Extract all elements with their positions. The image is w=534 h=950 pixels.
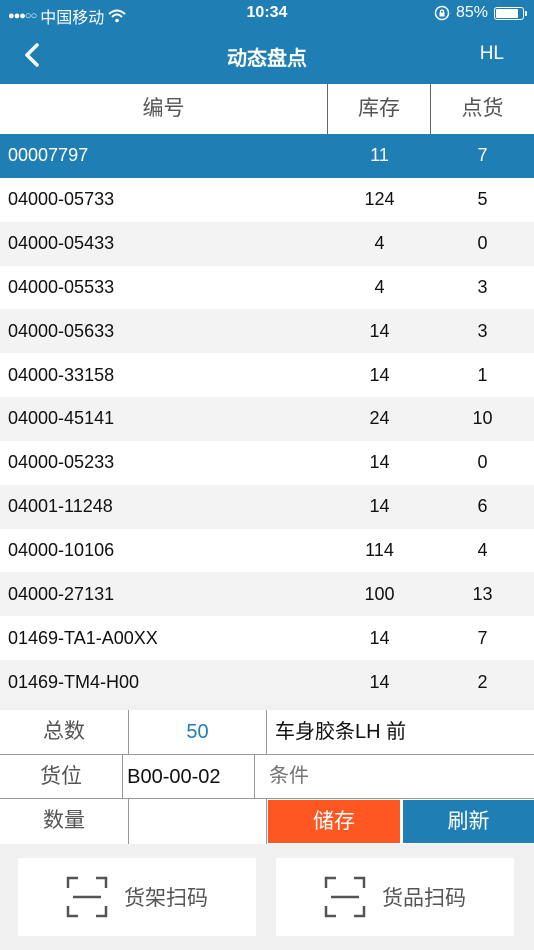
cell-stock: 124 — [364, 189, 395, 210]
table-row[interactable]: 04000-33158 14 1 — [0, 353, 534, 398]
status-right: 85% — [434, 4, 527, 22]
table-row[interactable]: 04000-05733 124 5 — [0, 177, 534, 222]
cell-stock: 14 — [369, 364, 390, 385]
cell-counted: 6 — [477, 496, 488, 517]
scan-icon — [66, 876, 108, 918]
table-row[interactable]: 04000-45141 24 10 — [0, 397, 534, 441]
table-row[interactable]: 00007797 11 7 — [0, 134, 534, 178]
shelf-scan-button[interactable]: 货架扫码 — [18, 858, 256, 936]
cell-code: 04000-33158 — [8, 364, 115, 385]
nav-bar: 动态盘点 HL — [0, 28, 534, 84]
cell-code: 04000-05733 — [8, 189, 115, 210]
form-row-quantity: 数量 储存 刷新 — [0, 799, 534, 844]
location-label: 货位 — [0, 754, 124, 799]
battery-fill — [496, 8, 518, 18]
goods-scan-button[interactable]: 货品扫码 — [276, 858, 514, 936]
table-row[interactable]: 01469-TA1-A00XX 14 7 — [0, 616, 534, 661]
cell-code: 04000-05233 — [8, 452, 115, 473]
cell-counted: 2 — [477, 671, 488, 692]
status-bar: ●●●○○ 中国移动 10:34 85% — [0, 0, 534, 28]
cell-stock: 114 — [365, 540, 394, 561]
column-header-stock: 库存 — [328, 84, 431, 134]
inventory-list: 00007797 11 7 04000-05733 124 5 04000-05… — [0, 134, 534, 704]
form-row-total: 总数 50 车身胶条LH 前 — [0, 710, 534, 755]
table-row[interactable]: 04000-10106 114 4 — [0, 528, 534, 573]
cell-counted: 0 — [477, 452, 488, 473]
refresh-button[interactable]: 刷新 — [403, 800, 534, 844]
cell-code: 04001-11248 — [8, 496, 113, 517]
table-row[interactable]: 04000-05533 4 3 — [0, 265, 534, 310]
save-button[interactable]: 储存 — [268, 800, 400, 844]
cell-counted: 0 — [477, 233, 488, 254]
page-title: 动态盘点 — [227, 48, 307, 70]
table-row[interactable]: 04001-11248 14 6 — [0, 484, 534, 529]
cell-code: 04000-05533 — [8, 276, 115, 297]
column-header-code: 编号 — [0, 84, 328, 134]
cell-stock: 4 — [374, 276, 385, 297]
cell-counted: 13 — [472, 583, 493, 604]
cell-stock: 14 — [369, 671, 390, 692]
quantity-input[interactable] — [129, 799, 267, 844]
cell-stock: 14 — [369, 627, 390, 648]
cell-counted: 4 — [477, 540, 488, 561]
cell-stock: 14 — [369, 496, 390, 517]
table-row[interactable]: 04000-27131 100 13 — [0, 572, 534, 617]
location-value[interactable]: B00-00-02 — [123, 754, 255, 799]
item-form: 总数 50 车身胶条LH 前 货位 B00-00-02 数量 储存 刷新 — [0, 710, 534, 844]
goods-scan-label: 货品扫码 — [382, 887, 466, 910]
cell-stock: 100 — [364, 583, 395, 604]
shelf-scan-label: 货架扫码 — [124, 887, 208, 910]
cell-code: 04000-05433 — [8, 233, 115, 254]
cell-code: 00007797 — [8, 145, 89, 166]
cell-counted: 5 — [477, 189, 488, 210]
cell-stock: 11 — [370, 145, 389, 166]
cell-counted: 7 — [477, 627, 488, 648]
scan-icon — [324, 876, 366, 918]
condition-input[interactable] — [255, 754, 534, 799]
cell-code: 04000-05633 — [8, 320, 115, 341]
battery-icon — [494, 6, 527, 20]
cell-counted: 7 — [477, 145, 488, 166]
quantity-label: 数量 — [0, 799, 129, 844]
column-header-counted: 点货 — [461, 97, 504, 120]
cell-code: 01469-TA1-A00XX — [8, 627, 158, 648]
table-row[interactable]: 01469-TM4-H00 14 2 — [0, 660, 534, 704]
form-row-location: 货位 B00-00-02 — [0, 754, 534, 800]
table-row[interactable]: 04000-05433 4 0 — [0, 221, 534, 266]
cell-stock: 4 — [374, 233, 385, 254]
total-label: 总数 — [0, 710, 129, 754]
item-description: 车身胶条LH 前 — [275, 721, 407, 743]
cell-stock: 14 — [369, 320, 390, 341]
total-value: 50 — [129, 710, 267, 754]
table-row[interactable]: 04000-05633 14 3 — [0, 309, 534, 354]
battery-percent: 85% — [455, 4, 488, 21]
app-header: ●●●○○ 中国移动 10:34 85% 动态盘点 HL — [0, 0, 534, 84]
cell-counted: 10 — [472, 408, 493, 429]
cell-stock: 14 — [369, 452, 390, 473]
cell-counted: 1 — [477, 364, 488, 385]
cell-stock: 24 — [369, 408, 390, 429]
table-header: 编号 库存 点货 — [0, 84, 534, 134]
cell-code: 04000-45141 — [8, 408, 115, 429]
table-row[interactable]: 04000-05233 14 0 — [0, 440, 534, 485]
orientation-lock-icon — [434, 5, 450, 21]
cell-code: 04000-27131 — [8, 583, 115, 604]
cell-code: 01469-TM4-H00 — [8, 671, 140, 692]
user-button[interactable]: HL — [480, 43, 504, 65]
cell-code: 04000-10106 — [8, 540, 115, 561]
cell-counted: 3 — [477, 320, 488, 341]
cell-counted: 3 — [477, 276, 488, 297]
